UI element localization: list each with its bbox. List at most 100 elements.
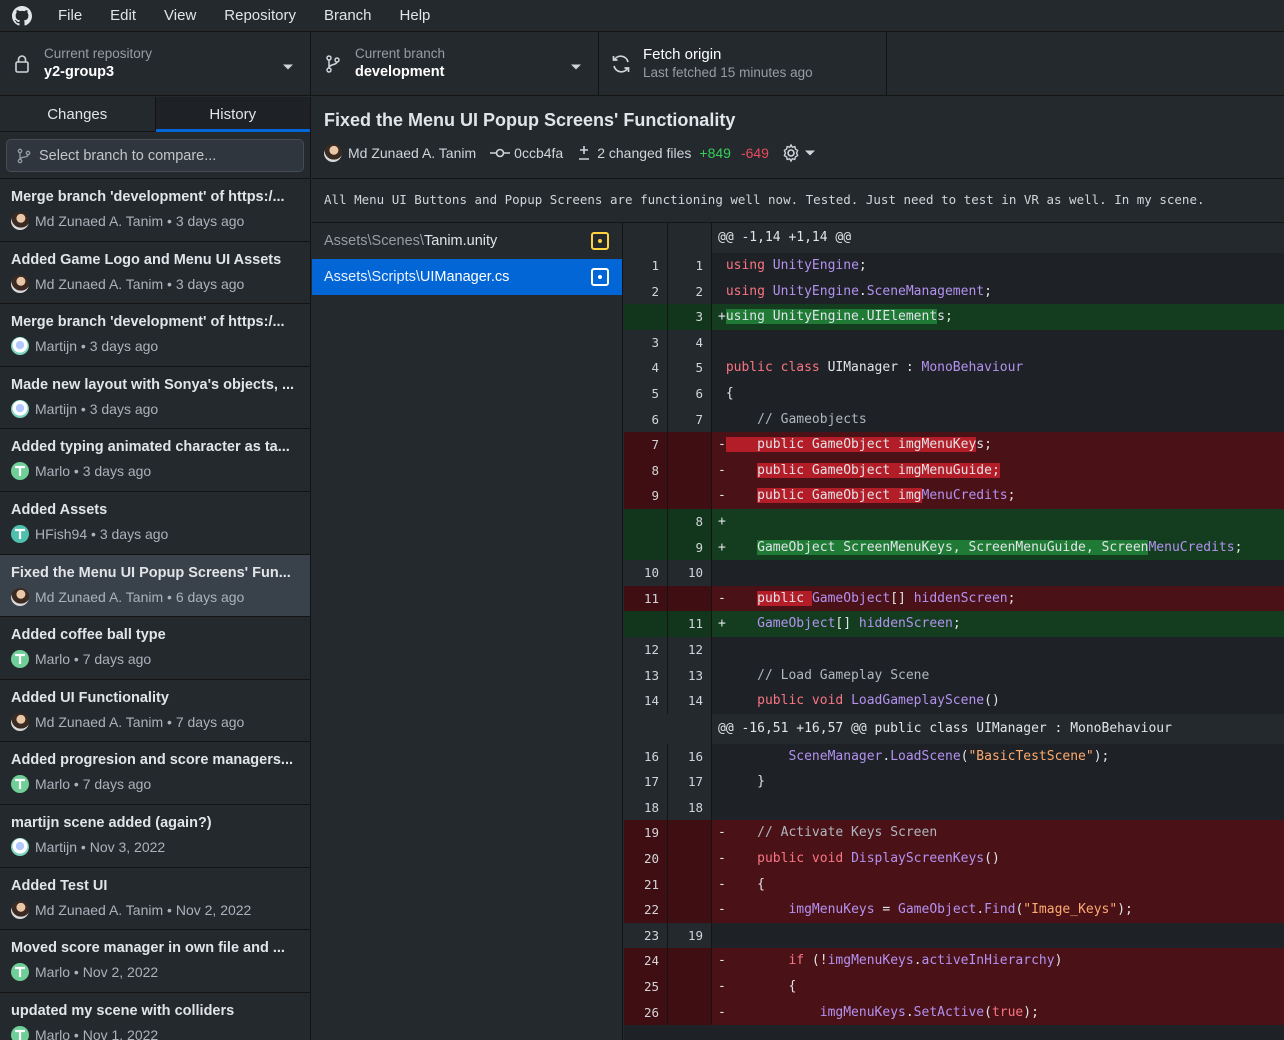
commit-list-meta: Marlo • 7 days ago [11,650,299,669]
menu-branch[interactable]: Branch [310,0,386,32]
branch-value: development [355,64,445,80]
commit-list-date: 7 days ago [82,776,152,793]
menu-edit[interactable]: Edit [96,0,150,32]
commit-list-author: Martijn [35,338,78,355]
tab-changes[interactable]: Changes [0,97,155,131]
toolbar: Current repository y2-group3 Current bra… [0,32,1284,96]
bullet-separator: • [163,713,176,730]
diff-line-deleted: 21- { [624,871,1284,898]
avatar [11,963,29,982]
commit-list-date: Nov 2, 2022 [82,964,159,981]
branch-icon [17,148,31,163]
github-logo-icon [0,0,44,32]
commit-list-date: Nov 1, 2022 [82,1026,159,1040]
menu-view[interactable]: View [150,0,210,32]
commit-list-item[interactable]: Merge branch 'development' of https:/...… [0,304,310,367]
commit-list-author: Martijn [35,838,78,855]
file-name: Tanim.unity [423,233,498,249]
commit-list-item[interactable]: Made new layout with Sonya's objects, ..… [0,367,310,430]
avatar [11,837,29,856]
avatar [11,399,29,418]
commit-list-author: Marlo [35,651,71,668]
commit-list-item[interactable]: martijn scene added (again?) Martijn • No… [0,805,310,868]
branch-compare-input[interactable]: Select branch to compare... [6,139,304,172]
avatar [11,1025,29,1040]
commit-list-item[interactable]: Added Game Logo and Menu UI Assets Md Zun… [0,242,310,305]
commit-list-meta: Marlo • 7 days ago [11,775,299,794]
avatar [324,144,342,162]
commit-list-item[interactable]: updated my scene with colliders Marlo • N… [0,993,310,1040]
commit-list-item[interactable]: Added coffee ball type Marlo • 7 days ago [0,617,310,680]
diff-line-deleted: 24- if (!imgMenuKeys.activeInHierarchy) [624,948,1284,975]
commit-list-author: HFish94 [35,525,88,542]
commit-sha[interactable]: 0ccb4fa [514,145,563,161]
diff-line-deleted: 26- imgMenuKeys.SetActive(true); [624,999,1284,1026]
repo-value: y2-group3 [44,64,115,80]
commit-list-item[interactable]: Added UI Functionality Md Zunaed A. Tanim… [0,680,310,743]
bullet-separator: • [77,400,90,417]
menu-bar: File Edit View Repository Branch Help [0,0,1284,32]
fetch-origin-button[interactable]: Fetch origin Last fetched 15 minutes ago [599,32,887,95]
bullet-separator: • [163,588,176,605]
commit-list-date: Nov 3, 2022 [89,838,166,855]
commit-list-title: Merge branch 'development' of https:/... [11,314,285,331]
commit-list-meta: Md Zunaed A. Tanim • 3 days ago [11,212,299,230]
changed-files: 2 changed files [597,145,692,161]
commit-list-item[interactable]: Added Test UI Md Zunaed A. Tanim • Nov 2,… [0,868,310,931]
menu-help[interactable]: Help [386,0,445,32]
commit-list-date: 3 days ago [89,400,159,417]
commit-list-date: 6 days ago [175,588,245,605]
bullet-separator: • [77,838,90,855]
menu-file[interactable]: File [44,0,96,32]
commit-list-meta: Marlo • 3 days ago [11,462,299,481]
avatar [11,212,29,230]
commit-list-meta: Martijn • Nov 3, 2022 [11,837,299,856]
diff-line-deleted: 25- { [624,974,1284,1000]
diff-hunk-header: @@ -1,14 +1,14 @@ [624,223,1284,253]
history-sidebar: Changes History Select branch to compare… [0,97,311,1040]
commit-description: All Menu UI Buttons and Popup Screens ar… [312,179,1284,223]
commit-list-item[interactable]: Added Assets HFish94 • 3 days ago [0,492,310,555]
additions-count: +849 [699,145,731,161]
diff-line-deleted: 7- public GameObject imgMenuKeys; [624,432,1284,458]
current-repository-button[interactable]: Current repository y2-group3 [0,32,311,95]
diff-view: @@ -1,14 +1,14 @@ 11 using UnityEngine; … [624,223,1284,1040]
commit-list-item[interactable]: Fixed the Menu UI Popup Screens' Fun... M… [0,554,310,618]
commit-list-item[interactable]: Merge branch 'development' of https:/...… [0,179,310,242]
file-item[interactable]: Assets\Scripts\ UIManager.cs [312,259,622,295]
avatar [11,775,29,794]
diff-line: 17 17 } [624,769,1284,795]
diff-line-added: 9 + GameObject ScreenMenuKeys, ScreenMenu… [624,534,1284,561]
lock-icon [0,54,44,74]
commit-list-meta: Marlo • Nov 1, 2022 [11,1025,299,1040]
bullet-separator: • [70,964,83,981]
commit-list-item[interactable]: Added progresion and score managers... Ma… [0,742,310,805]
diff-line: 14 14 public void LoadGameplayScene() [624,688,1284,714]
avatar [11,337,29,356]
commit-list-item[interactable]: Added typing animated character as ta...… [0,429,310,492]
commit-list-title: Merge branch 'development' of https:/... [11,189,285,205]
commit-list-title: Added typing animated character as ta... [11,439,290,456]
menu-repository[interactable]: Repository [210,0,310,32]
diff-options-button[interactable] [781,143,816,163]
commit-list-meta: Md Zunaed A. Tanim • 6 days ago [11,587,299,606]
fetch-sub: Last fetched 15 minutes ago [643,65,813,80]
tab-history[interactable]: History [154,97,310,132]
current-branch-button[interactable]: Current branch development [311,32,599,95]
bullet-separator: • [163,275,176,292]
commit-icon [490,148,511,158]
commit-list-meta: Martijn • 3 days ago [11,337,299,356]
modified-icon [591,268,609,286]
file-dir: Assets\Scripts\ [324,269,420,285]
diff-line-added: 11 + GameObject[] hiddenScreen; [624,611,1284,637]
commit-list-title: Added Game Logo and Menu UI Assets [11,251,282,268]
commit-list-title: Made new layout with Sonya's objects, ..… [11,376,295,393]
bullet-separator: • [70,651,83,668]
file-item[interactable]: Assets\Scenes\ Tanim.unity [312,223,622,259]
avatar [11,650,29,669]
branch-icon [311,54,355,74]
commit-list-item[interactable]: Moved score manager in own file and ... M… [0,930,310,993]
diff-line: 67 // Gameobjects [624,406,1284,433]
commit-list-meta: HFish94 • 3 days ago [11,524,299,543]
expand-lines-button[interactable] [624,713,712,792]
